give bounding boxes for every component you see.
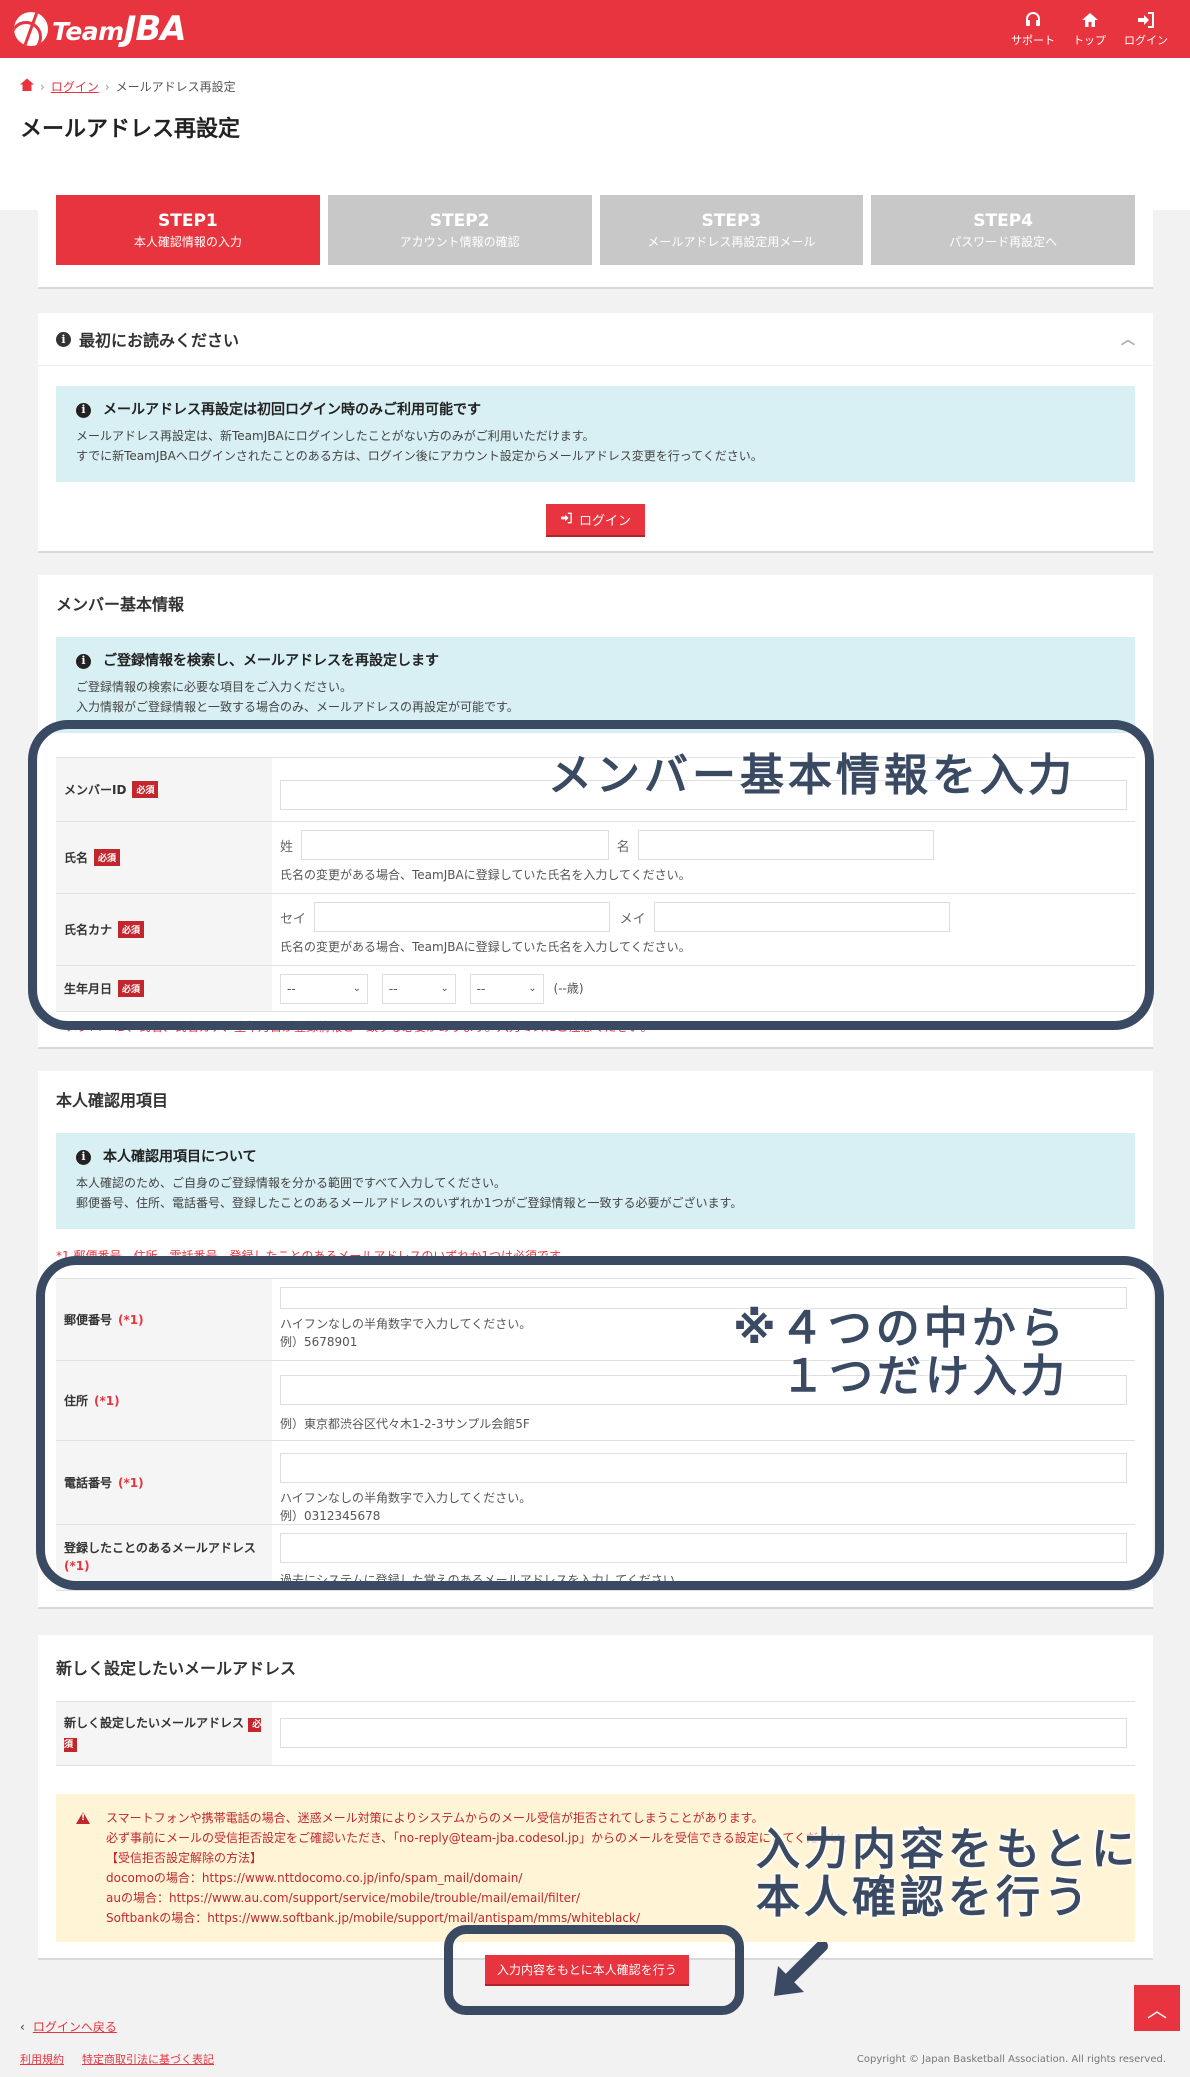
chevron-right-icon: › [40, 79, 45, 94]
identity-line: 本人確認のため、ご自身のご登録情報を分かる範囲ですべて入力してください。 [76, 1176, 506, 1190]
notice-box-title: メールアドレス再設定は初回ログイン時のみご利用可能です [103, 402, 481, 418]
chevron-up-icon[interactable]: ︿ [1121, 329, 1135, 349]
login-icon [1136, 11, 1156, 29]
terms-link[interactable]: 利用規約 [20, 2051, 64, 2067]
member-line: ご登録情報の検索に必要な項目をご入力ください。 [76, 680, 353, 694]
notice-card: i 最初にお読みください ︿ i メールアドレス再設定は初回ログイン時のみご利用可… [38, 313, 1153, 553]
step-title: STEP2 [429, 210, 490, 231]
login-button[interactable]: ログイン [545, 504, 645, 535]
warning-line: 【受信拒否設定解除の方法】 [106, 1851, 263, 1865]
newmail-section-title: 新しく設定したいメールアドレス [56, 1659, 297, 1678]
home-icon [1080, 11, 1100, 29]
member-line: 入力情報がご登録情報と一致する場合のみ、メールアドレスの再設定が可能です。 [76, 700, 519, 714]
identity-section-title: 本人確認用項目 [56, 1091, 169, 1110]
step-desc: メールアドレス再設定用メール [647, 234, 816, 249]
identity-box-title: 本人確認用項目について [103, 1149, 257, 1165]
step-3: STEP3 メールアドレス再設定用メール [599, 195, 864, 265]
breadcrumb-current: メールアドレス再設定 [115, 80, 236, 94]
main-content: STEP1 本人確認情報の入力 STEP2 アカウント情報の確認 STEP3 メ… [38, 175, 1153, 1986]
overlay-submit-text: 入力内容をもとに 本人確認を行う [756, 1824, 1140, 1923]
step-4: STEP4 パスワード再設定へ [871, 195, 1135, 265]
chevron-left-icon: ‹ [20, 2019, 25, 2034]
warning-docomo: docomoの場合：https://www.nttdocomo.co.jp/in… [106, 1871, 523, 1885]
team-jba-logo[interactable]: TeamJBA [14, 9, 187, 49]
identity-info-box: i 本人確認用項目について 本人確認のため、ご自身のご登録情報を分かる範囲ですべて… [56, 1133, 1135, 1229]
step-title: STEP3 [701, 210, 762, 231]
newmail-input[interactable] [280, 1718, 1127, 1748]
nav-login-label: ログイン [1124, 33, 1168, 47]
scroll-to-top-button[interactable]: ︿ [1134, 1985, 1180, 2031]
info-icon: i [76, 402, 91, 418]
breadcrumb: › ログイン › メールアドレス再設定 [20, 78, 1170, 95]
warning-line: 必ず事前にメールの受信拒否設定をご確認いただき、「no-reply@team-j… [106, 1831, 855, 1845]
member-box-title: ご登録情報を検索し、メールアドレスを再設定します [103, 653, 439, 669]
info-icon: i [56, 331, 71, 347]
warning-icon [76, 1812, 90, 1824]
member-section-title: メンバー基本情報 [56, 595, 185, 614]
nav-top[interactable]: トップ [1073, 11, 1106, 48]
step-indicator: STEP1 本人確認情報の入力 STEP2 アカウント情報の確認 STEP3 メ… [38, 175, 1153, 287]
nav-support[interactable]: サポート [1011, 11, 1055, 48]
nav-login[interactable]: ログイン [1124, 11, 1168, 48]
tokusho-link[interactable]: 特定商取引法に基づく表記 [82, 2051, 214, 2067]
header-nav: サポート トップ ログイン [1011, 11, 1176, 48]
headset-icon [1023, 11, 1043, 29]
app-header: TeamJBA サポート トップ ログイン [0, 0, 1190, 58]
notice-line: メールアドレス再設定は、新TeamJBAにログインしたことがない方のみがご利用い… [76, 429, 595, 443]
breadcrumb-login-link[interactable]: ログイン [51, 78, 99, 95]
notice-line: すでに新TeamJBAへログインされたことのある方は、ログイン後にアカウント設定… [76, 449, 763, 463]
nav-support-label: サポート [1011, 33, 1055, 47]
logo-text: TeamJBA [52, 9, 187, 49]
notice-title: 最初にお読みください [79, 331, 240, 350]
step-desc: アカウント情報の確認 [399, 234, 520, 249]
nav-top-label: トップ [1073, 33, 1106, 47]
newmail-row: 新しく設定したいメールアドレス 必須 [56, 1702, 1135, 1766]
warning-line: スマートフォンや携帯電話の場合、迷惑メール対策によりシステムからのメール受信が拒… [106, 1811, 764, 1825]
home-icon[interactable] [20, 78, 34, 95]
arrow-down-left-icon [774, 1942, 828, 1996]
notice-info-box: i メールアドレス再設定は初回ログイン時のみご利用可能です メールアドレス再設定は… [56, 386, 1135, 482]
step-title: STEP4 [973, 210, 1033, 231]
login-button-label: ログイン [578, 514, 631, 529]
warning-au: auの場合：https://www.au.com/support/service… [106, 1891, 581, 1905]
step-title: STEP1 [158, 210, 218, 231]
overlay-identity-text: ※４つの中から １つだけ入力 [733, 1303, 1069, 1402]
identity-line: 郵便番号、住所、電話番号、登録したことのあるメールアドレスのいずれか1つがご登録… [76, 1196, 743, 1210]
step-2: STEP2 アカウント情報の確認 [327, 195, 592, 265]
info-icon: i [76, 1149, 91, 1165]
login-icon [560, 512, 573, 528]
basketball-icon [14, 12, 48, 46]
page-title: メールアドレス再設定 [20, 117, 241, 142]
steps-card: STEP1 本人確認情報の入力 STEP2 アカウント情報の確認 STEP3 メ… [38, 175, 1153, 289]
step-1: STEP1 本人確認情報の入力 [56, 195, 320, 265]
chevron-right-icon: › [104, 79, 110, 94]
overlay-member-text: メンバー基本情報を入力 [548, 750, 1076, 801]
newmail-label: 新しく設定したいメールアドレス [64, 1716, 245, 1730]
step-desc: 本人確認情報の入力 [133, 234, 242, 249]
newmail-form: 新しく設定したいメールアドレス 必須 [56, 1701, 1135, 1766]
info-icon: i [76, 653, 91, 669]
overlay-submit-highlight [444, 1925, 744, 2015]
step-desc: パスワード再設定へ [949, 234, 1058, 249]
copyright: Copyright © Japan Basketball Association… [856, 2054, 1166, 2065]
chevron-up-icon: ︿ [1147, 1997, 1167, 2022]
member-info-box: i ご登録情報を検索し、メールアドレスを再設定します ご登録情報の検索に必要な項目… [56, 637, 1135, 733]
notice-header[interactable]: i 最初にお読みください ︿ [38, 313, 1153, 366]
back-to-login-link[interactable]: ログインへ戻る [33, 2018, 117, 2035]
footer: ‹ ログインへ戻る 利用規約 特定商取引法に基づく表記 [20, 2018, 214, 2067]
